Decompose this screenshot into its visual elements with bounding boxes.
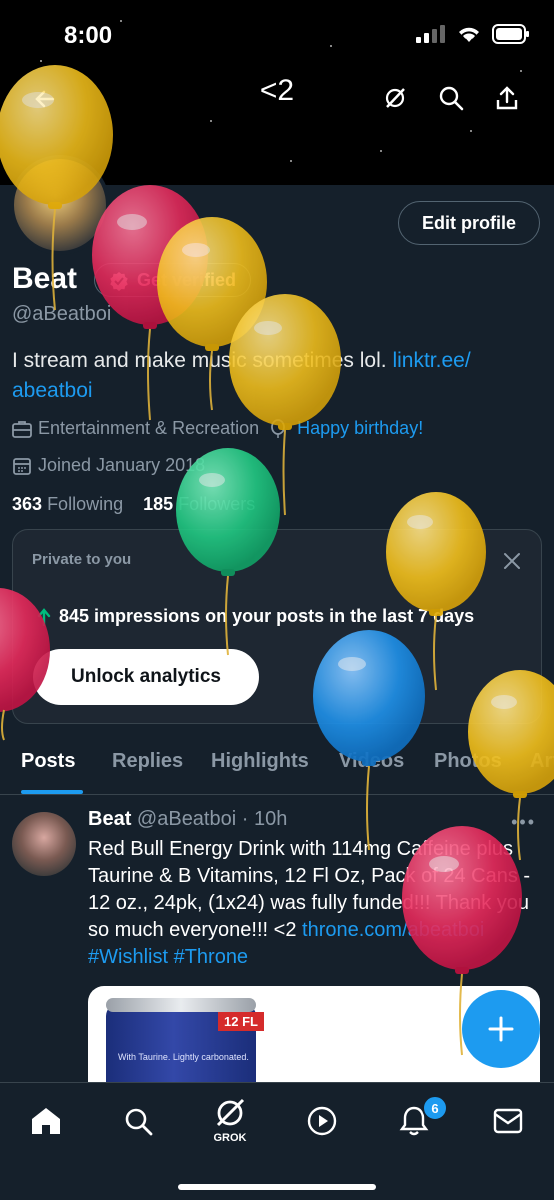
analytics-card: Private to you 845 impressions on your p… [12,529,542,724]
joined-date: Joined January 2018 [38,455,206,475]
post-header: Beat @aBeatboi · 10h [88,808,287,831]
home-icon [32,1108,60,1134]
notifications-badge: 6 [422,1095,448,1121]
post-handle-time: @aBeatboi · 10h [136,808,288,830]
compose-button[interactable] [462,990,540,1068]
followers-label: Followers [178,494,256,514]
verified-badge-icon [110,272,128,291]
share-icon [496,86,518,110]
tab-articles[interactable]: Articles [530,750,554,773]
birthday-label: Happy birthday! [297,418,424,438]
wifi-icon [459,27,479,42]
can-label: 12 FL [218,1012,264,1031]
impressions-text: 845 impressions on your posts in the las… [37,606,474,627]
grok-label: GROK [213,1132,247,1144]
grok-button[interactable] [378,81,412,115]
following-label: Following [47,494,124,514]
status-icons [416,24,530,44]
close-icon [504,553,520,569]
edit-profile-button[interactable]: Edit profile [398,201,540,245]
followers-count: 185 [143,494,174,514]
profile-meta-row: Entertainment & Recreation Happy birthda… [12,418,423,439]
joined-row: Joined January 2018 [12,455,205,476]
share-button[interactable] [490,81,524,115]
post-avatar[interactable] [12,812,76,876]
calendar-icon [13,457,31,475]
get-verified-label: Get verified [137,269,237,290]
tab-highlights[interactable]: Highlights [211,750,309,773]
status-time: 8:00 [64,22,113,49]
can-text: With Taurine. Lightly carbonated. [118,1052,249,1062]
private-label: Private to you [32,551,132,568]
search-icon [439,86,464,111]
can-top [106,998,256,1012]
balloon-icon [271,418,286,438]
nav-grok[interactable] [210,1093,250,1133]
mail-icon [493,1108,523,1134]
bio-text: I stream and make music sometimes lol. [12,349,393,372]
page-title: <2 [259,74,295,107]
signal-icon [416,25,445,43]
follow-stats: 363 Following 185 Followers [12,494,255,515]
search-button[interactable] [434,81,468,115]
profile-handle: @aBeatboi [12,303,112,325]
briefcase-icon [12,420,32,438]
unlock-analytics-button[interactable]: Unlock analytics [33,649,259,705]
tab-videos[interactable]: Videos [339,750,404,773]
post-more-button[interactable]: ••• [511,812,536,833]
tab-replies[interactable]: Replies [112,750,183,773]
post-link[interactable]: throne.com/​abeatboi [302,919,484,941]
get-verified-button[interactable]: Get verified [94,263,252,297]
video-icon [307,1106,337,1136]
bottom-nav: GROK 6 [0,1082,554,1200]
home-indicator [178,1184,376,1190]
battery-icon [492,24,529,44]
profile-tabs: Posts Replies Highlights Videos Photos A… [0,738,554,795]
nav-home[interactable] [26,1101,66,1141]
plus-icon [488,1016,514,1042]
nav-search[interactable] [118,1101,158,1141]
following-link[interactable]: 363 Following [12,494,123,514]
following-count: 363 [12,494,43,514]
profile-bio: I stream and make music sometimes lol. l… [12,346,532,406]
trend-up-icon [37,607,51,626]
nav-video[interactable] [302,1101,342,1141]
post-text: Red Bull Energy Drink with 114mg Caffein… [88,836,540,971]
active-tab-indicator [21,790,83,794]
grok-icon [385,88,405,108]
profile-name: Beat [12,262,78,295]
profile-category: Entertainment & Recreation [38,418,260,438]
close-card-button[interactable] [503,552,521,575]
tab-posts[interactable]: Posts [21,750,75,773]
nav-messages[interactable] [488,1101,528,1141]
post-hashtags[interactable]: #Wishlist #Throne [88,946,248,968]
post-author[interactable]: Beat [88,808,131,830]
search-icon [125,1108,153,1136]
profile-avatar[interactable] [10,155,110,255]
grok-icon [216,1098,245,1127]
followers-link[interactable]: 185 Followers [143,494,255,514]
profile-screen: 8:00 <2 Edit profile Beat Get verified @… [0,0,554,1200]
impressions-label: 845 impressions on your posts in the las… [59,606,475,626]
tab-photos[interactable]: Photos [434,750,502,773]
